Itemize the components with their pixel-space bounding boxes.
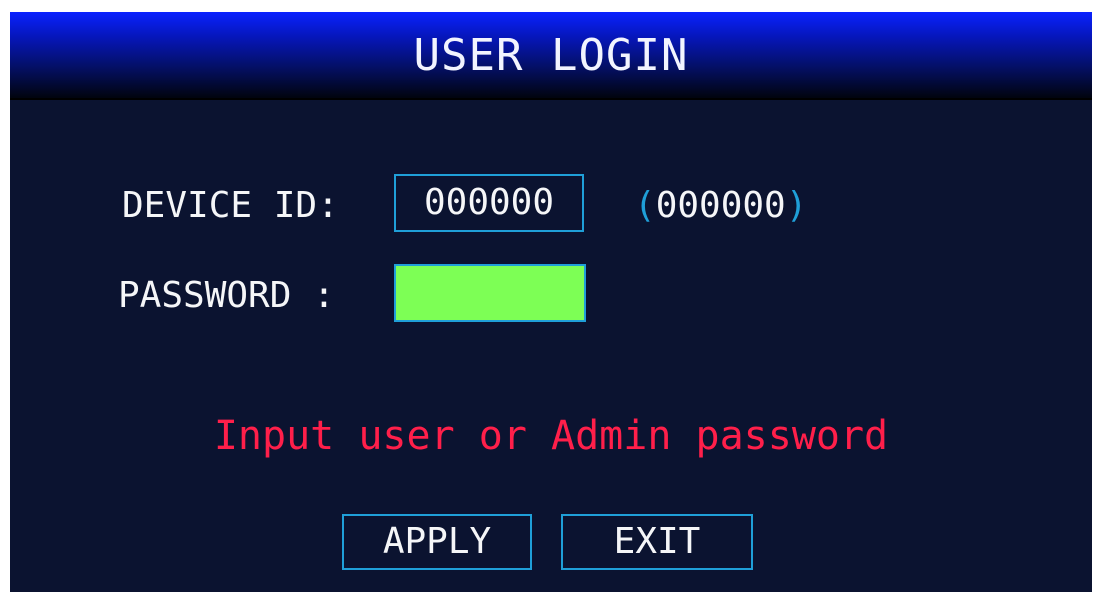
password-prompt-message: Input user or Admin password: [213, 413, 889, 459]
hint-open-paren: (: [634, 185, 656, 226]
title-bar: USER LOGIN: [10, 12, 1092, 100]
hint-device-id-value: 000000: [655, 185, 786, 226]
device-id-label: DEVICE ID:: [122, 185, 339, 226]
hint-close-paren: ): [785, 185, 808, 226]
dialog-title: USER LOGIN: [413, 30, 689, 81]
login-dialog: USER LOGIN DEVICE ID: 000000 (000000) PA…: [10, 12, 1092, 592]
device-id-hint: (000000): [634, 182, 807, 230]
device-id-field[interactable]: 000000: [394, 174, 584, 232]
apply-button[interactable]: APPLY: [342, 514, 532, 570]
password-label: PASSWORD :: [118, 275, 335, 316]
password-field[interactable]: [394, 264, 586, 322]
exit-button[interactable]: EXIT: [561, 514, 753, 570]
